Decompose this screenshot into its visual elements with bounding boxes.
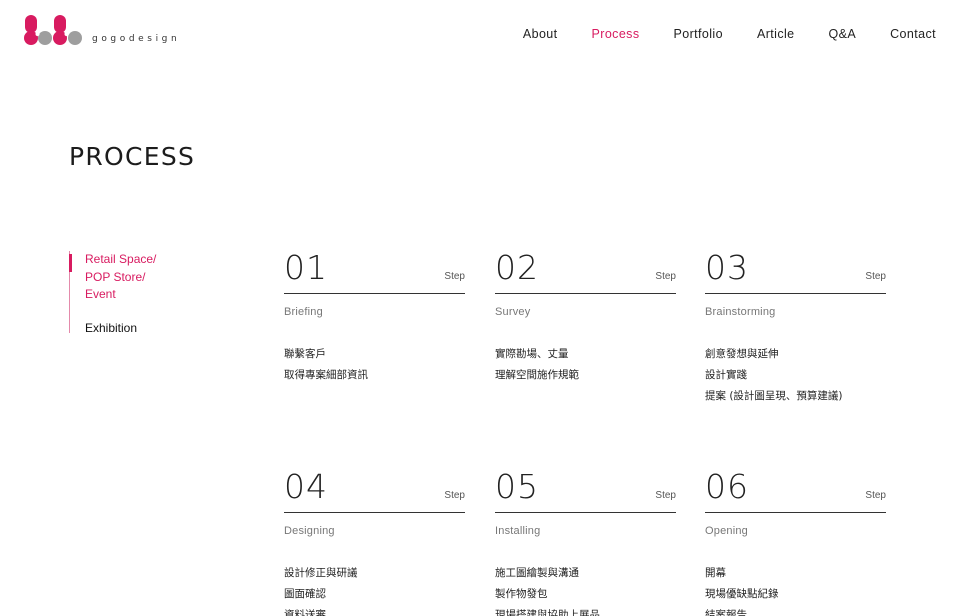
step-description: 實際勘場、丈量 理解空間施作規範 bbox=[495, 344, 676, 386]
step-number: 03 bbox=[705, 248, 749, 287]
step-header: 04 Step bbox=[284, 469, 465, 513]
step-line: 設計修正與研議 bbox=[284, 567, 358, 579]
active-indicator bbox=[69, 254, 72, 272]
nav-qa[interactable]: Q&A bbox=[829, 27, 857, 41]
step-description: 開幕 現場優缺點紀錄 結案報告 bbox=[705, 563, 886, 616]
step-header: 06 Step bbox=[705, 469, 886, 513]
step-line: 理解空間施作規範 bbox=[495, 369, 579, 381]
step-line: 結案報告 bbox=[705, 609, 747, 616]
step-card: 02 Step Survey 實際勘場、丈量 理解空間施作規範 bbox=[495, 250, 676, 386]
step-line: 取得專案細部資訊 bbox=[284, 369, 368, 381]
step-header: 05 Step bbox=[495, 469, 676, 513]
logo[interactable]: gogodesign bbox=[24, 14, 194, 48]
nav-portfolio[interactable]: Portfolio bbox=[674, 27, 723, 41]
sidebar-item-exhibition[interactable]: Exhibition bbox=[85, 320, 137, 338]
step-line: 施工圖繪製與溝通 bbox=[495, 567, 579, 579]
nav-contact[interactable]: Contact bbox=[890, 27, 936, 41]
step-description: 聯繫客戶 取得專案細部資訊 bbox=[284, 344, 465, 386]
step-line: 現場搭建與協助上展品 bbox=[495, 609, 600, 616]
step-label: Step bbox=[444, 271, 465, 282]
nav-process[interactable]: Process bbox=[592, 27, 640, 41]
step-label: Step bbox=[444, 490, 465, 501]
step-description: 設計修正與研議 圖面確認 資料送審 bbox=[284, 563, 465, 616]
step-header: 03 Step bbox=[705, 250, 886, 294]
step-label: Step bbox=[865, 271, 886, 282]
step-line: 創意發想與延伸 bbox=[705, 348, 779, 360]
step-title: Installing bbox=[495, 525, 541, 537]
nav-article[interactable]: Article bbox=[757, 27, 795, 41]
step-line: 現場優缺點紀錄 bbox=[705, 588, 779, 600]
step-card: 06 Step Opening 開幕 現場優缺點紀錄 結案報告 bbox=[705, 469, 886, 616]
step-line: 設計實踐 bbox=[705, 369, 747, 381]
step-line: 實際勘場、丈量 bbox=[495, 348, 569, 360]
step-header: 01 Step bbox=[284, 250, 465, 294]
step-line: 製作物發包 bbox=[495, 588, 548, 600]
nav-about[interactable]: About bbox=[523, 27, 558, 41]
main-nav: About Process Portfolio Article Q&A Cont… bbox=[489, 27, 936, 41]
step-card: 05 Step Installing 施工圖繪製與溝通 製作物發包 現場搭建與協… bbox=[495, 469, 676, 616]
step-description: 創意發想與延伸 設計實踐 提案 (設計圖呈現、預算建議) bbox=[705, 344, 886, 407]
step-label: Step bbox=[655, 271, 676, 282]
step-line: 圖面確認 bbox=[284, 588, 326, 600]
step-title: Briefing bbox=[284, 306, 323, 318]
step-number: 01 bbox=[284, 248, 328, 287]
step-label: Step bbox=[865, 490, 886, 501]
step-card: 03 Step Brainstorming 創意發想與延伸 設計實踐 提案 (設… bbox=[705, 250, 886, 407]
step-line: 提案 (設計圖呈現、預算建議) bbox=[705, 390, 843, 402]
step-card: 01 Step Briefing 聯繫客戶 取得專案細部資訊 bbox=[284, 250, 465, 386]
step-title: Survey bbox=[495, 306, 531, 318]
step-line: 資料送審 bbox=[284, 609, 326, 616]
step-title: Brainstorming bbox=[705, 306, 776, 318]
step-card: 04 Step Designing 設計修正與研議 圖面確認 資料送審 bbox=[284, 469, 465, 616]
step-description: 施工圖繪製與溝通 製作物發包 現場搭建與協助上展品 bbox=[495, 563, 676, 616]
step-title: Designing bbox=[284, 525, 335, 537]
sidebar-item-retail-space[interactable]: Retail Space/ POP Store/ Event bbox=[85, 251, 175, 304]
step-number: 02 bbox=[495, 248, 539, 287]
step-line: 聯繫客戶 bbox=[284, 348, 326, 360]
page-title: PROCESS bbox=[69, 142, 196, 171]
step-label: Step bbox=[655, 490, 676, 501]
site-header: gogodesign About Process Portfolio Artic… bbox=[0, 0, 960, 70]
step-number: 06 bbox=[705, 467, 749, 506]
step-title: Opening bbox=[705, 525, 748, 537]
step-header: 02 Step bbox=[495, 250, 676, 294]
step-number: 04 bbox=[284, 467, 328, 506]
logo-mark-icon bbox=[24, 15, 82, 45]
category-sidebar: Retail Space/ POP Store/ Event Exhibitio… bbox=[69, 251, 219, 335]
logo-text: gogodesign bbox=[92, 34, 181, 44]
step-line: 開幕 bbox=[705, 567, 726, 579]
step-number: 05 bbox=[495, 467, 539, 506]
